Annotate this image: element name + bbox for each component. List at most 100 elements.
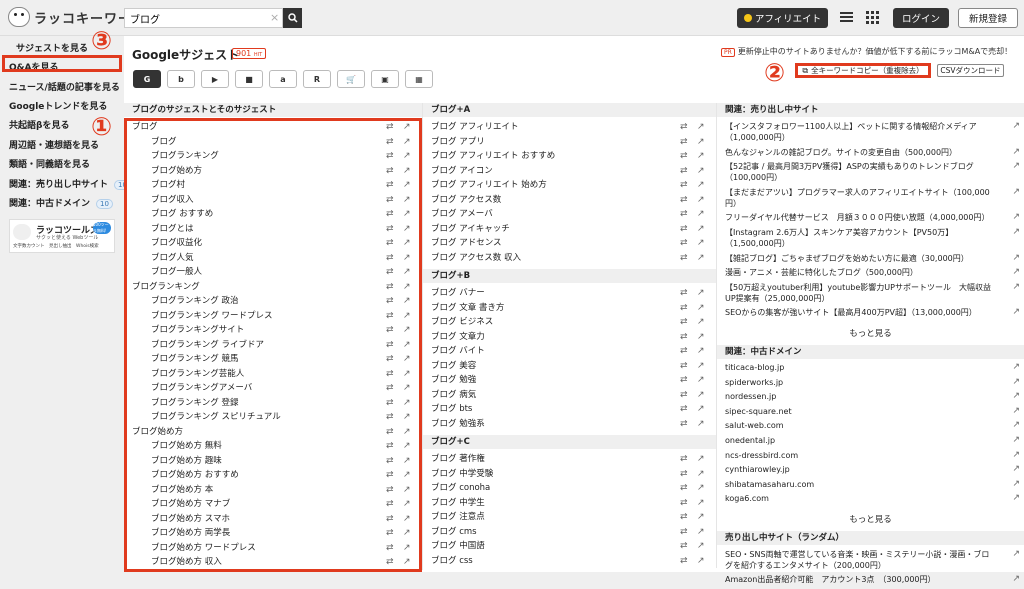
keyword-row[interactable]: ブログ bts ⇄ ↗ [423, 402, 716, 417]
engine-tab-2[interactable]: ▶ [201, 70, 229, 88]
external-link-icon[interactable]: ↗ [1012, 391, 1020, 402]
external-link-icon[interactable]: ↗ [1012, 493, 1020, 504]
keyword-text[interactable]: ブログ 文章力 [431, 330, 485, 345]
domain-row[interactable]: ncs-dressbird.com ↗ [717, 450, 1024, 461]
domain-row[interactable]: cynthiarowley.jp ↗ [717, 464, 1024, 475]
keyword-text[interactable]: ブログ アクセス数 [431, 193, 501, 208]
external-link-icon[interactable]: ↗ [697, 193, 705, 208]
external-link-icon[interactable]: ↗ [697, 315, 705, 330]
external-link-icon[interactable]: ↗ [697, 236, 705, 251]
re-search-icon[interactable]: ⇄ [680, 344, 688, 359]
hamburger-menu-icon[interactable] [840, 12, 853, 22]
external-link-icon[interactable]: ↗ [697, 344, 705, 359]
keyword-row[interactable]: ブログ 注意点 ⇄ ↗ [423, 510, 716, 525]
affiliate-button[interactable]: アフィリエイト [737, 8, 828, 28]
keyword-row[interactable]: ブログ バナー ⇄ ↗ [423, 286, 716, 301]
external-link-icon[interactable]: ↗ [1012, 187, 1020, 198]
external-link-icon[interactable]: ↗ [697, 301, 705, 316]
external-link-icon[interactable]: ↗ [697, 402, 705, 417]
sale-site-row[interactable]: SEOからの集客が強いサイト【最高月400万PV超】（13,000,000円） ↗ [717, 307, 1024, 318]
external-link-icon[interactable]: ↗ [1012, 161, 1020, 172]
keyword-row[interactable]: ブログ 勉強 ⇄ ↗ [423, 373, 716, 388]
domain-row[interactable]: shibatamasaharu.com ↗ [717, 479, 1024, 490]
external-link-icon[interactable]: ↗ [697, 135, 705, 150]
apps-grid-icon[interactable] [866, 11, 879, 24]
engine-tab-5[interactable]: R [303, 70, 331, 88]
external-link-icon[interactable]: ↗ [697, 251, 705, 266]
engine-tab-8[interactable]: ▦ [405, 70, 433, 88]
external-link-icon[interactable]: ↗ [1012, 307, 1020, 318]
sale-site-row[interactable]: 【50万超えyoutuber利用】youtube影響力UPサポートツール 大幅収… [717, 282, 1024, 304]
keyword-row[interactable]: ブログ conoha ⇄ ↗ [423, 481, 716, 496]
show-more-domains-link[interactable]: もっと見る [717, 508, 1024, 531]
keyword-text[interactable]: ブログ 勉強 [431, 373, 476, 388]
domain-row[interactable]: nordessen.jp ↗ [717, 391, 1024, 402]
keyword-row[interactable]: ブログ バイト ⇄ ↗ [423, 344, 716, 359]
keyword-row[interactable]: ブログ ビジネス ⇄ ↗ [423, 315, 716, 330]
keyword-text[interactable]: ブログ バナー [431, 286, 485, 301]
engine-tab-1[interactable]: b [167, 70, 195, 88]
re-search-icon[interactable]: ⇄ [680, 222, 688, 237]
engine-tab-7[interactable]: ▣ [371, 70, 399, 88]
external-link-icon[interactable]: ↗ [697, 286, 705, 301]
external-link-icon[interactable]: ↗ [697, 467, 705, 482]
keyword-row[interactable]: ブログ cms ⇄ ↗ [423, 525, 716, 540]
pr-banner[interactable]: PR 更新停止中のサイトありませんか？価値が低下する前にラッコM&Aで売却！ [721, 46, 1012, 57]
re-search-icon[interactable]: ⇄ [680, 388, 688, 403]
random-site-row[interactable]: Amazon出品者紹介可能 アカウント3点 （300,000円） ↗ [717, 574, 1024, 585]
re-search-icon[interactable]: ⇄ [680, 510, 688, 525]
keyword-text[interactable]: ブログ アドセンス [431, 236, 502, 251]
keyword-text[interactable]: ブログ 著作権 [431, 452, 485, 467]
re-search-icon[interactable]: ⇄ [680, 164, 688, 179]
re-search-icon[interactable]: ⇄ [680, 467, 688, 482]
external-link-icon[interactable]: ↗ [697, 359, 705, 374]
re-search-icon[interactable]: ⇄ [680, 539, 688, 554]
engine-tab-6[interactable]: 🛒 [337, 70, 365, 88]
keyword-text[interactable]: ブログ アプリ [431, 135, 485, 150]
external-link-icon[interactable]: ↗ [1012, 549, 1020, 560]
re-search-icon[interactable]: ⇄ [680, 178, 688, 193]
random-site-row[interactable]: SEO・SNS両軸で運営している音楽・映画・ミステリー小説・漫画・ブログを紹介す… [717, 549, 1024, 571]
re-search-icon[interactable]: ⇄ [680, 236, 688, 251]
domain-row[interactable]: onedental.jp ↗ [717, 435, 1024, 446]
external-link-icon[interactable]: ↗ [1012, 253, 1020, 264]
keyword-row[interactable]: ブログ 著作権 ⇄ ↗ [423, 452, 716, 467]
sale-site-row[interactable]: フリーダイヤル代替サービス 月額３０００円使い放題（4,000,000円） ↗ [717, 212, 1024, 223]
keyword-row[interactable]: ブログ アクセス数 収入 ⇄ ↗ [423, 251, 716, 266]
keyword-text[interactable]: ブログ アクセス数 収入 [431, 251, 521, 266]
re-search-icon[interactable]: ⇄ [680, 315, 688, 330]
keyword-row[interactable]: ブログ アドセンス ⇄ ↗ [423, 236, 716, 251]
sidebar-item-sites-for-sale[interactable]: 関連：売り出し中サイト 10 [9, 177, 131, 190]
domain-row[interactable]: titicaca-blog.jp ↗ [717, 362, 1024, 373]
external-link-icon[interactable]: ↗ [1012, 435, 1020, 446]
external-link-icon[interactable]: ↗ [697, 554, 705, 569]
keyword-row[interactable]: ブログ 中学受験 ⇄ ↗ [423, 467, 716, 482]
keyword-text[interactable]: ブログ 注意点 [431, 510, 485, 525]
sale-site-row[interactable]: 【まだまだアツい】プログラマー求人のアフィリエイトサイト（100,000円） ↗ [717, 187, 1024, 209]
sale-site-row[interactable]: 【インスタフォロワー1100人以上】ペットに関する情報紹介メディア（1,000,… [717, 121, 1024, 143]
re-search-icon[interactable]: ⇄ [680, 330, 688, 345]
external-link-icon[interactable]: ↗ [697, 120, 705, 135]
search-input[interactable] [124, 8, 284, 28]
keyword-text[interactable]: ブログ ビジネス [431, 315, 493, 330]
keyword-row[interactable]: ブログ アイキャッチ ⇄ ↗ [423, 222, 716, 237]
external-link-icon[interactable]: ↗ [1012, 147, 1020, 158]
keyword-text[interactable]: ブログ アメーバ [431, 207, 493, 222]
sale-site-row[interactable]: 色んなジャンルの雑記ブログ。サイトの変更自由（500,000円） ↗ [717, 147, 1024, 158]
rakko-tools-ad[interactable]: ラッコツールズ サクッと使える Webツール 文字数カウント 見出し抽出 Who… [9, 219, 115, 253]
external-link-icon[interactable]: ↗ [697, 373, 705, 388]
external-link-icon[interactable]: ↗ [1012, 464, 1020, 475]
external-link-icon[interactable]: ↗ [697, 149, 705, 164]
keyword-row[interactable]: ブログ アメーバ ⇄ ↗ [423, 207, 716, 222]
keyword-text[interactable]: ブログ css [431, 554, 473, 569]
register-button[interactable]: 新規登録 [958, 8, 1018, 28]
external-link-icon[interactable]: ↗ [697, 510, 705, 525]
external-link-icon[interactable]: ↗ [1012, 377, 1020, 388]
keyword-text[interactable]: ブログ アフィリエイト 始め方 [431, 178, 547, 193]
sidebar-item-trends[interactable]: Googleトレンドを見る [9, 99, 107, 112]
keyword-row[interactable]: ブログ アフィリエイト ⇄ ↗ [423, 120, 716, 135]
keyword-text[interactable]: ブログ アイキャッチ [431, 222, 510, 237]
external-link-icon[interactable]: ↗ [1012, 227, 1020, 238]
re-search-icon[interactable]: ⇄ [680, 481, 688, 496]
keyword-text[interactable]: ブログ バイト [431, 344, 485, 359]
